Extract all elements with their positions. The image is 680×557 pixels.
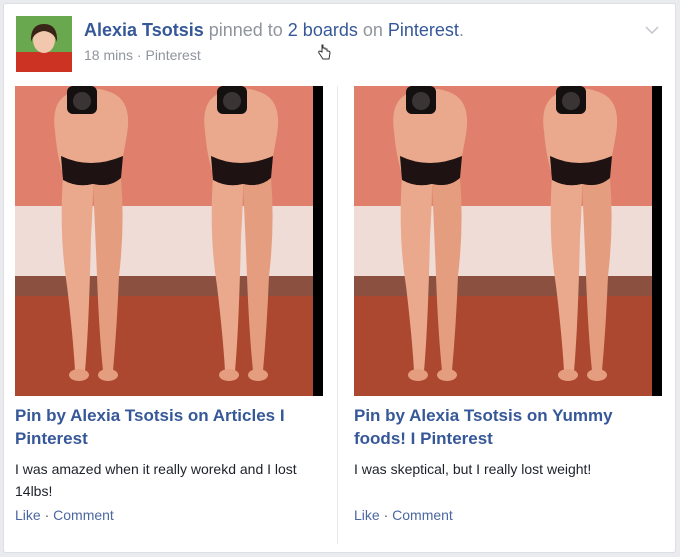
timestamp[interactable]: 18 mins (84, 47, 133, 63)
on-text: on (357, 20, 388, 40)
pin-actions: Like · Comment (15, 507, 114, 523)
period-text: . (458, 20, 464, 40)
avatar[interactable] (16, 16, 72, 72)
post-meta: 18 mins · Pinterest (84, 47, 464, 63)
pin-divider (337, 86, 338, 544)
pin-description: I was amazed when it really worekd and I… (15, 461, 297, 499)
pin-title[interactable]: Pin by Alexia Tsotsis on Yummy foods! I … (354, 404, 659, 450)
boards-link[interactable]: 2 boards (288, 20, 358, 40)
pin-image[interactable] (15, 86, 323, 396)
action-separator: · (40, 507, 54, 523)
pins-container: Pin by Alexia Tsotsis on Articles I Pint… (12, 86, 668, 546)
pin-image[interactable] (354, 86, 662, 396)
action-separator: · (379, 507, 393, 523)
pin-actions: Like · Comment (354, 507, 453, 523)
pin-card[interactable]: Pin by Alexia Tsotsis on Yummy foods! I … (337, 86, 662, 544)
post-header: Alexia Tsotsis pinned to 2 boards on Pin… (84, 20, 464, 63)
author-name[interactable]: Alexia Tsotsis (84, 20, 204, 40)
pin-title[interactable]: Pin by Alexia Tsotsis on Articles I Pint… (15, 404, 320, 450)
chevron-down-icon[interactable] (645, 22, 659, 40)
like-link[interactable]: Like (15, 507, 41, 523)
pin-description: I was skeptical, but I really lost weigh… (354, 461, 592, 477)
post-headline: Alexia Tsotsis pinned to 2 boards on Pin… (84, 20, 464, 41)
hand-cursor-icon (317, 44, 331, 67)
pin-card[interactable]: Pin by Alexia Tsotsis on Articles I Pint… (12, 86, 323, 544)
comment-link[interactable]: Comment (392, 507, 453, 523)
platform-link[interactable]: Pinterest (388, 20, 459, 40)
like-link[interactable]: Like (354, 507, 380, 523)
meta-separator: · (133, 47, 146, 63)
comment-link[interactable]: Comment (53, 507, 114, 523)
action-text: pinned to (203, 20, 288, 40)
source-app[interactable]: Pinterest (145, 47, 200, 63)
post-card: Alexia Tsotsis pinned to 2 boards on Pin… (3, 3, 676, 553)
